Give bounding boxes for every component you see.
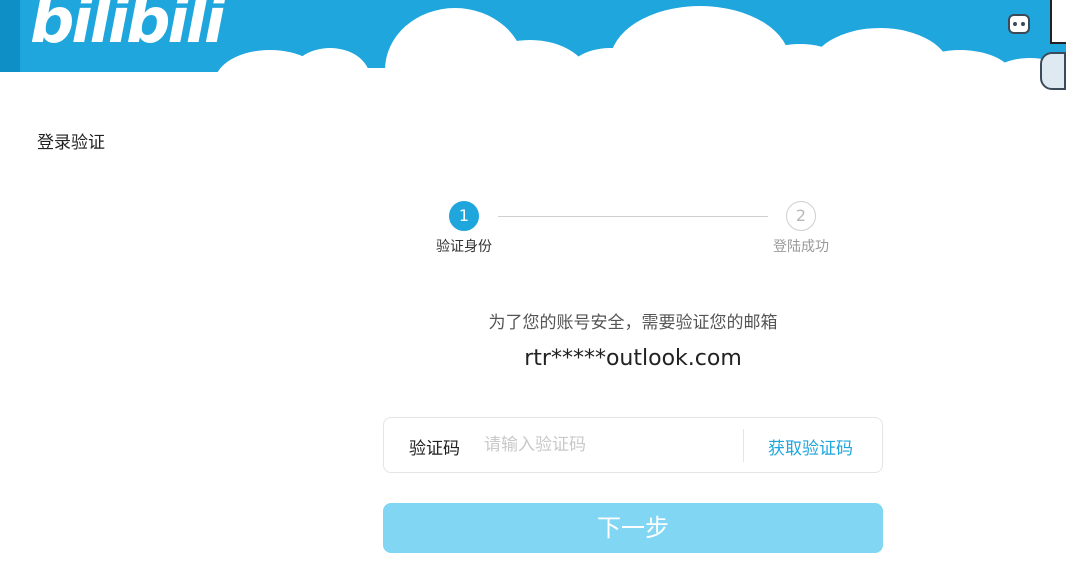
step-label: 验证身份 xyxy=(436,239,492,255)
next-step-button[interactable]: 下一步 xyxy=(383,503,883,553)
step-login-success: 2 登陆成功 xyxy=(761,201,841,256)
code-label: 验证码 xyxy=(409,439,460,459)
verification-code-input[interactable] xyxy=(484,430,734,460)
step-label: 登陆成功 xyxy=(773,239,829,255)
step-number-badge: 1 xyxy=(449,201,479,231)
security-notice: 为了您的账号安全，需要验证您的邮箱 xyxy=(488,313,778,333)
mascot-icon xyxy=(1008,14,1030,34)
verification-code-row: 验证码 获取验证码 xyxy=(383,417,883,473)
character-decoration xyxy=(1040,52,1066,90)
bilibili-logo[interactable]: bilibili xyxy=(30,0,225,57)
get-code-button[interactable]: 获取验证码 xyxy=(768,434,853,459)
input-divider xyxy=(743,429,744,462)
page-title: 登录验证 xyxy=(37,133,105,153)
header-banner: bilibili xyxy=(0,0,1066,72)
masked-email: rtr*****outlook.com xyxy=(524,346,742,371)
step-verify-identity: 1 验证身份 xyxy=(424,201,504,256)
corner-card-decoration xyxy=(1050,0,1066,44)
step-number-badge: 2 xyxy=(786,201,816,231)
stepper-connector-line xyxy=(498,216,768,217)
